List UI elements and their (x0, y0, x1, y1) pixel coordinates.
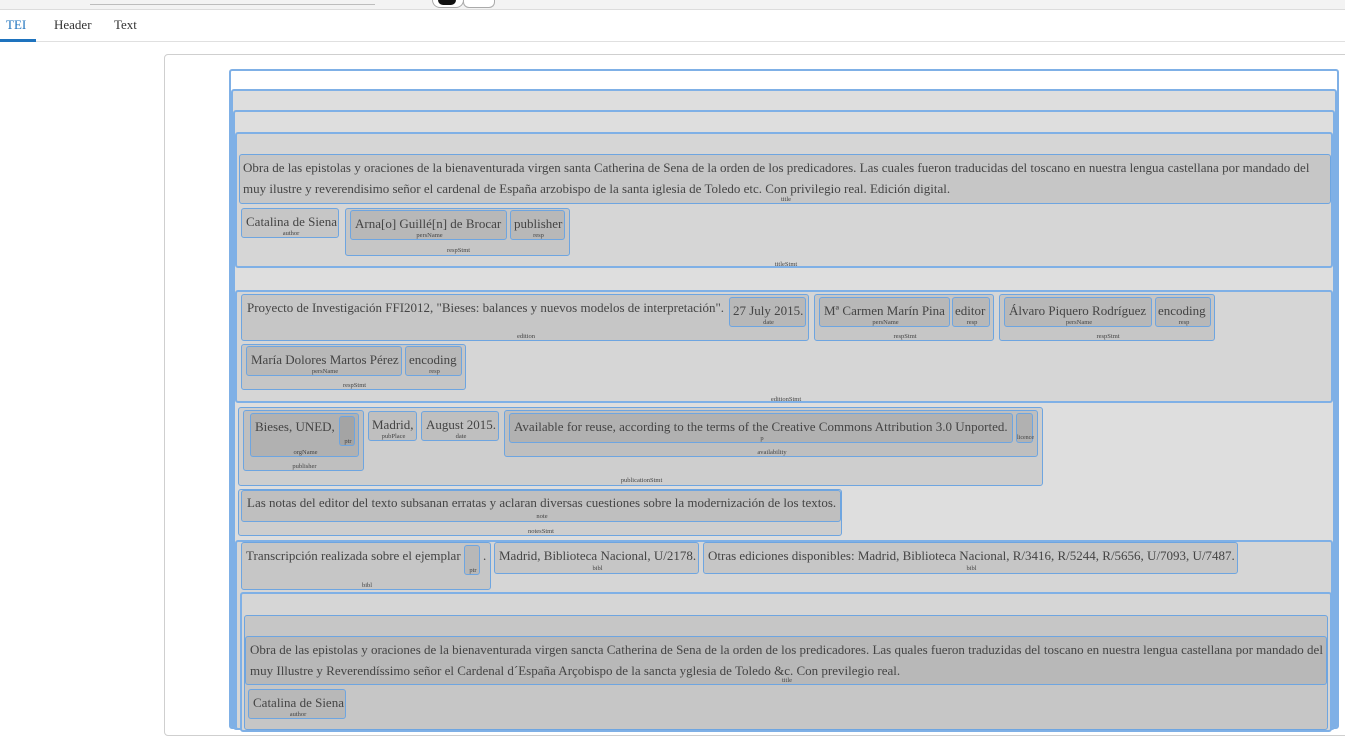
editor-persname-tag: persName (872, 319, 899, 326)
author-box: Catalina de Siena author (241, 208, 339, 238)
bibl1-ptr-tag: ptr (469, 567, 477, 574)
bibl3-text: Otras ediciones disponibles: Madrid, Bib… (708, 548, 1235, 563)
editionstmt-box: Proyecto de Investigación FFI2012, "Bies… (235, 290, 1333, 403)
title-box: Obra de las epistolas y oraciones de la … (239, 154, 1331, 204)
editor-persname-box: Mª Carmen Marín Pina persName (819, 297, 950, 327)
editionstmt-tag: editionStmt (770, 396, 802, 403)
notesstmt-box: Las notas del editor del texto subsanan … (238, 489, 842, 536)
availability-p-tag: p (760, 435, 764, 442)
publisher-tag: publisher (292, 463, 317, 470)
persname-tag: persName (416, 232, 443, 239)
bibl1-dot: . (483, 548, 487, 563)
publisher-box: Bieses, UNED, ptr orgName publisher (243, 410, 364, 471)
resp-tag: resp (533, 232, 544, 239)
ptr-tag: ptr (344, 438, 352, 445)
titlestmt-box: Obra de las epistolas y oraciones de la … (235, 132, 1333, 268)
title2-tag: title (781, 677, 793, 684)
editor-respstmt-box: Mª Carmen Marín Pina persName editor res… (814, 294, 994, 341)
notesstmt-tag: notesStmt (527, 528, 554, 535)
licence-tag: licence (1017, 435, 1034, 441)
pubplace-box: Madrid, pubPlace (368, 411, 417, 441)
publicationstmt-tag: publicationStmt (620, 477, 663, 484)
date-tag: date (763, 319, 774, 326)
orgname-text: Bieses, UNED, (255, 419, 335, 434)
top-divider (90, 4, 375, 5)
availability-box: Available for reuse, according to the te… (504, 410, 1038, 457)
availability-tag: availability (757, 449, 787, 456)
pub-date-box: August 2015. date (421, 411, 499, 441)
resp-box: publisher resp (510, 210, 565, 240)
title-text: Obra de las epistolas y oraciones de la … (243, 160, 1310, 196)
encoder2-respstmt-tag: respStmt (342, 382, 367, 389)
edition-text: Proyecto de Investigación FFI2012, "Bies… (247, 300, 725, 315)
tab-text[interactable]: Text (114, 17, 137, 33)
bibl-full-box: Obra de las epistolas y oraciones de la … (240, 592, 1332, 732)
orgname-box: Bieses, UNED, ptr orgName (250, 413, 359, 457)
bibl1-text: Transcripción realizada sobre el ejempla… (246, 548, 461, 563)
title2-box: Obra de las epistolas y oraciones de la … (245, 636, 1327, 685)
encoder1-persname-tag: persName (1065, 319, 1093, 326)
note-tag: note (536, 513, 548, 520)
orgname-tag: orgName (293, 449, 318, 456)
publicationstmt-box: Bieses, UNED, ptr orgName publisher Madr… (238, 407, 1043, 486)
bibl1-ptr-box[interactable]: ptr (464, 545, 480, 575)
encoder1-resp-box: encoding resp (1155, 297, 1211, 327)
note-text: Las notas del editor del texto subsanan … (247, 495, 837, 510)
availability-p-box: Available for reuse, according to the te… (509, 413, 1013, 443)
persname-box: Arna[o] Guillé[n] de Brocar persName (350, 210, 507, 240)
encoder1-resp-tag: resp (1178, 319, 1190, 326)
pub-date-tag: date (455, 433, 467, 440)
pubplace-tag: pubPlace (381, 433, 406, 440)
note-box: Las notas del editor del texto subsanan … (241, 490, 841, 522)
encoder2-persname-box: María Dolores Martos Pérez persName (246, 346, 402, 376)
editor-respstmt-tag: respStmt (893, 333, 917, 340)
respstmt-tag: respStmt (446, 247, 471, 254)
bibl1-box: Transcripción realizada sobre el ejempla… (241, 542, 491, 590)
author-tag: author (282, 230, 300, 237)
edition-box: Proyecto de Investigación FFI2012, "Bies… (241, 294, 809, 341)
sourcedesc-box: Transcripción realizada sobre el ejempla… (235, 540, 1333, 732)
bibl2-text: Madrid, Biblioteca Nacional, U/2178. (499, 548, 697, 563)
encoder1-persname-box: Álvaro Piquero Rodríguez persName (1004, 297, 1152, 327)
licence-box[interactable]: licence (1016, 413, 1034, 443)
active-tab-underline (0, 39, 36, 42)
top-toolbar-strip (0, 0, 1345, 10)
editor-resp-box: editor resp (952, 297, 990, 327)
title2-text: Obra de las epistolas y oraciones de la … (250, 642, 1323, 678)
bibl-titlestmt-box: Obra de las epistolas y oraciones de la … (244, 615, 1328, 730)
encoder2-resp-box: encoding resp (405, 346, 462, 376)
author2-box: Catalina de Siena author (248, 689, 346, 719)
bibl1-tag: bibl (361, 582, 373, 589)
encoder1-respstmt-box: Álvaro Piquero Rodríguez persName encodi… (999, 294, 1215, 341)
edition-tag: edition (516, 333, 536, 340)
title-tag: title (780, 196, 792, 203)
tab-bar: TEI Header Text (0, 10, 1345, 42)
encoder2-respstmt-box: María Dolores Martos Pérez persName enco… (241, 344, 466, 390)
bibl3-box: Otras ediciones disponibles: Madrid, Bib… (703, 542, 1238, 574)
toggle-knob-icon (438, 0, 456, 5)
respstmt-box: Arna[o] Guillé[n] de Brocar persName pub… (345, 208, 570, 256)
editor-resp-tag: resp (966, 319, 978, 326)
toggle-handle-secondary[interactable] (463, 0, 495, 8)
bibl2-box: Madrid, Biblioteca Nacional, U/2178. bib… (494, 542, 699, 574)
encoder1-respstmt-tag: respStmt (1096, 333, 1120, 340)
ptr-box[interactable]: ptr (339, 416, 355, 446)
date-box: 27 July 2015. date (729, 297, 806, 327)
bibl3-tag: bibl (966, 565, 977, 572)
author2-tag: author (289, 711, 307, 718)
encoder2-resp-tag: resp (429, 368, 440, 375)
tab-header[interactable]: Header (54, 17, 92, 33)
titlestmt-tag: titleStmt (774, 261, 798, 268)
bibl2-tag: bibl (592, 565, 603, 572)
encoder2-persname-tag: persName (311, 368, 339, 375)
tab-tei[interactable]: TEI (6, 17, 26, 33)
